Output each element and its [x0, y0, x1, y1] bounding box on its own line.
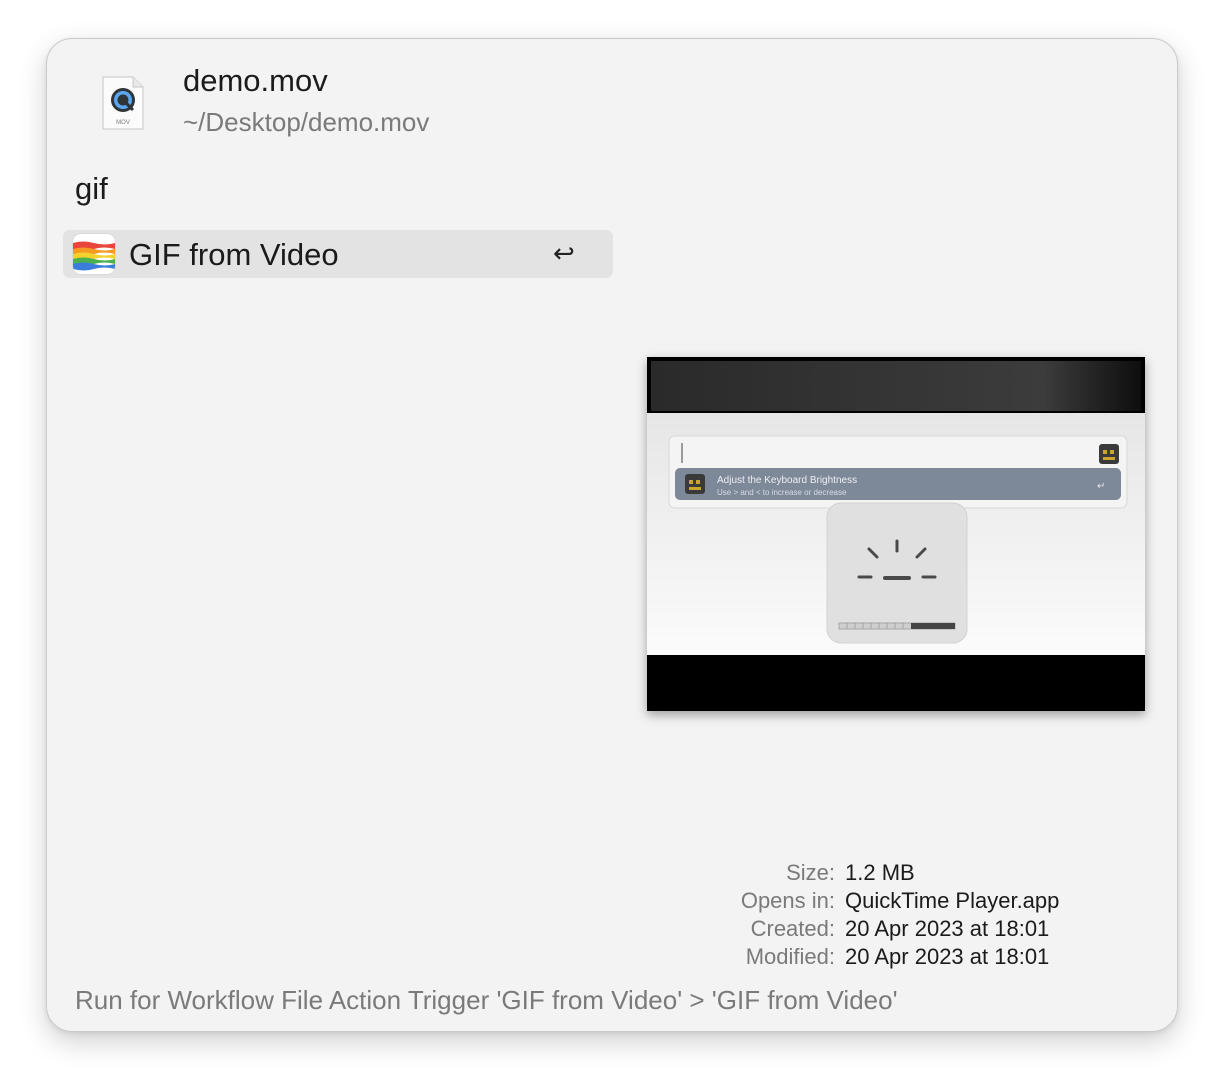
meta-value: QuickTime Player.app: [845, 888, 1060, 913]
return-key-icon: ↩: [553, 238, 575, 268]
preview-row-title: Adjust the Keyboard Brightness: [717, 475, 857, 486]
meta-key: Created:: [750, 916, 835, 941]
file-name: demo.mov: [183, 63, 328, 98]
meta-value: 20 Apr 2023 at 18:01: [845, 944, 1050, 969]
rainbow-gif-icon: [73, 234, 115, 274]
meta-key: Modified:: [745, 944, 835, 969]
action-description-footer: Run for Workflow File Action Trigger 'GI…: [75, 985, 898, 1015]
video-preview: Adjust the Keyboard Brightness Use > and…: [647, 357, 1145, 711]
quicktime-file-icon: MOV: [101, 75, 145, 131]
meta-value: 20 Apr 2023 at 18:01: [845, 916, 1050, 941]
meta-row-size: Size: 1.2 MB: [727, 859, 1059, 887]
preview-row-subtitle: Use > and < to increase or decrease: [717, 488, 847, 497]
result-label: GIF from Video: [129, 237, 339, 272]
meta-value: 1.2 MB: [845, 860, 915, 885]
file-actions-panel: MOV demo.mov ~/Desktop/demo.mov gif GIF …: [46, 38, 1178, 1032]
file-path: ~/Desktop/demo.mov: [183, 107, 430, 137]
result-item-gif-from-video[interactable]: GIF from Video ↩: [63, 230, 613, 278]
meta-row-created: Created: 20 Apr 2023 at 18:01: [727, 915, 1059, 943]
meta-key: Size:: [786, 860, 835, 885]
search-query-input[interactable]: gif: [75, 171, 108, 207]
file-type-badge: MOV: [116, 120, 130, 126]
svg-text:↵: ↵: [1097, 481, 1105, 492]
meta-key: Opens in:: [740, 888, 835, 913]
meta-row-modified: Modified: 20 Apr 2023 at 18:01: [727, 943, 1059, 971]
meta-row-opens-in: Opens in: QuickTime Player.app: [727, 887, 1060, 915]
file-metadata: Size: 1.2 MB Opens in: QuickTime Player.…: [727, 859, 1060, 971]
